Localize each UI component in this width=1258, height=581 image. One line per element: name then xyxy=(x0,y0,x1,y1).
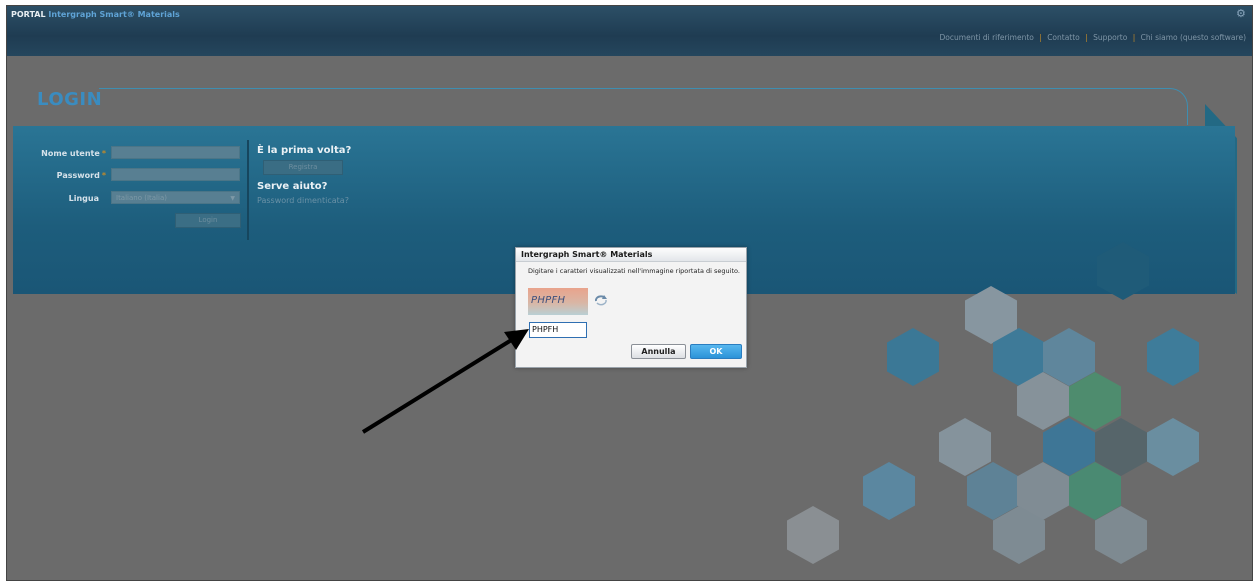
browser-frame: PORTAL Intergraph Smart® Materials ⚙ Doc… xyxy=(6,5,1253,581)
annotation-arrow xyxy=(361,329,529,434)
